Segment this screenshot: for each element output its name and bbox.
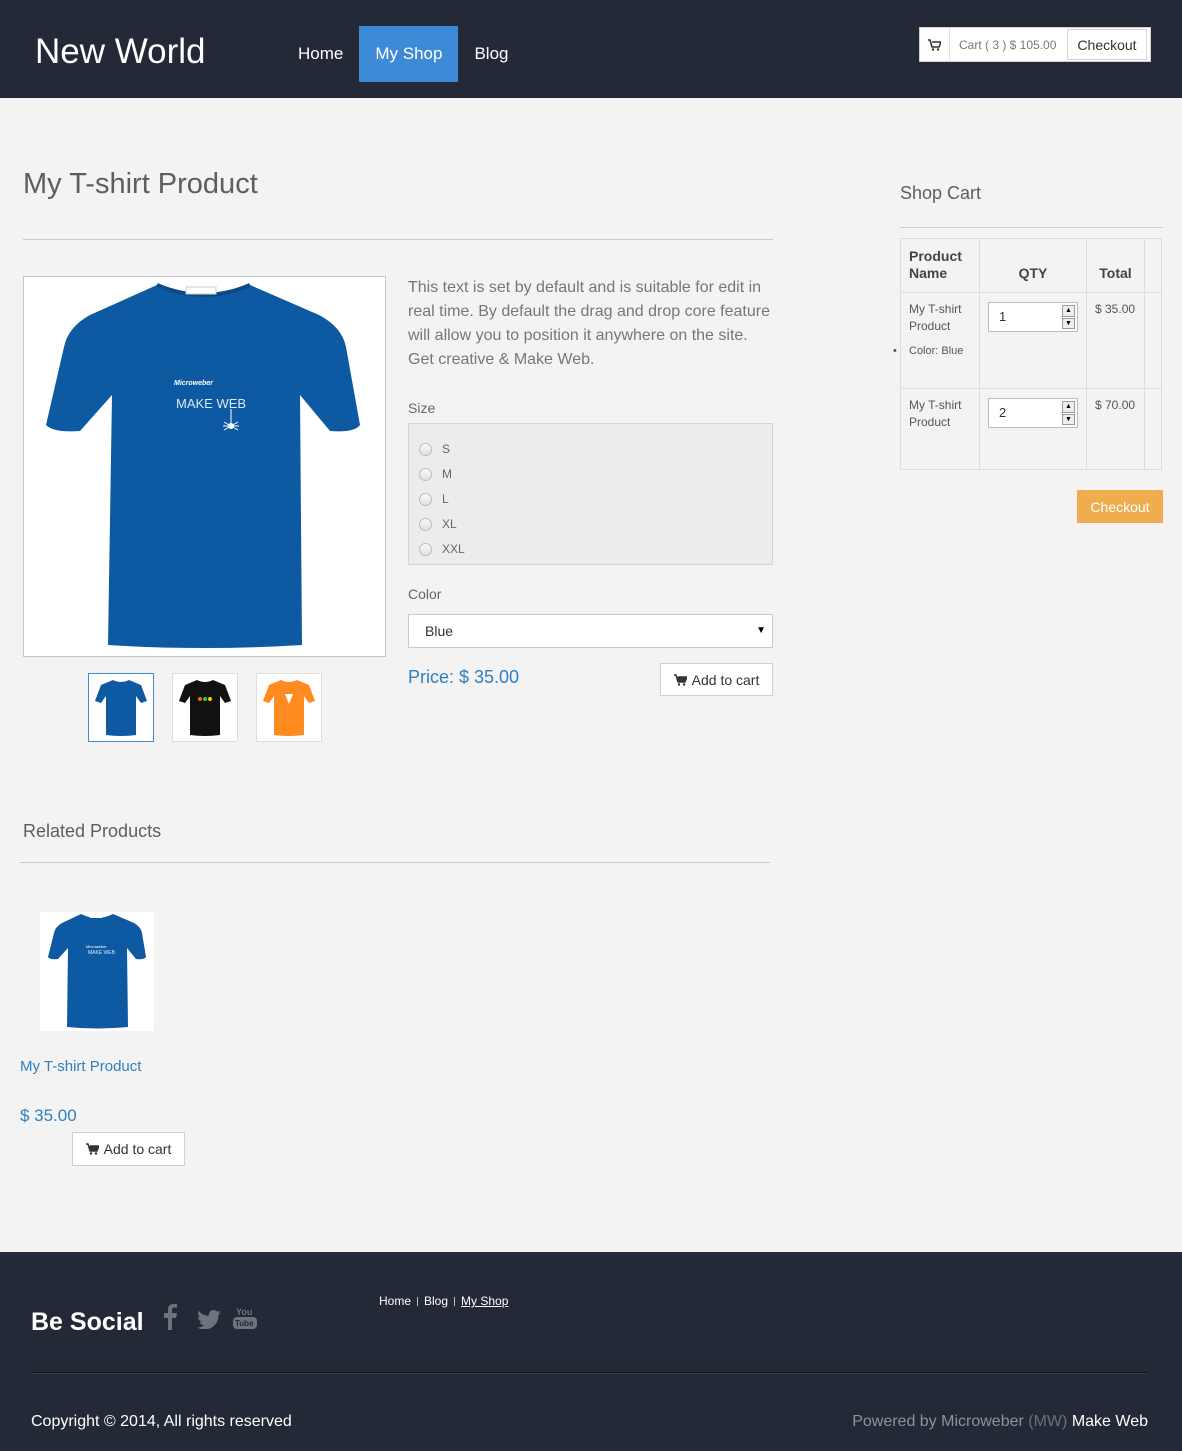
radio-button[interactable] [419,492,432,506]
cart-item-option: • Color: Blue [893,345,964,357]
cart-row: My T-shirt Product • Color: Blue 1 ▲ ▼ $ … [893,293,1161,389]
header-checkout-button[interactable]: Checkout [1067,29,1147,60]
product-title: My T-shirt Product [23,168,258,200]
size-option-xxl[interactable]: XXL [419,542,465,556]
cart-icon [673,673,687,686]
related-products-title: Related Products [23,821,162,841]
product-description: This text is set by default and is suita… [408,279,770,368]
copyright: Copyright © 2014, All rights reserved [31,1413,292,1430]
cart-item-info: My T-shirt Product [901,389,980,469]
qty-stepper[interactable]: ▲ ▼ [1062,401,1075,425]
cart-row: My T-shirt Product 2 ▲ ▼ $ 70.00 [901,389,1161,469]
size-option-s[interactable]: S [419,442,450,456]
cart-item-total: $ 35.00 [1087,293,1145,388]
cart-item-info: My T-shirt Product • Color: Blue [893,293,980,388]
shop-cart-title: Shop Cart [900,183,982,203]
cart-item-qty-cell: 2 ▲ ▼ [980,389,1087,469]
cart-item-qty-cell: 1 ▲ ▼ [980,293,1087,388]
cart-summary[interactable]: Cart ( 3 ) $ 105.00 [950,38,1067,52]
qty-input[interactable]: 2 ▲ ▼ [988,398,1078,428]
radio-button[interactable] [419,517,432,531]
nav-my-shop[interactable]: My Shop [359,26,459,82]
size-options: S M L XL XXL [408,423,773,565]
svg-text:MAKE WEB: MAKE WEB [88,950,116,956]
col-total: Total [1087,239,1145,292]
size-option-xl[interactable]: XL [419,517,457,531]
footer-link-blog[interactable]: Blog [424,1294,448,1308]
radio-button[interactable] [419,467,432,481]
color-select-value: Blue [425,623,454,639]
color-label: Color [408,586,442,602]
product-thumbnail-blue[interactable] [88,673,154,742]
cart-item-total: $ 70.00 [1087,389,1145,469]
divider [23,239,773,240]
cart-item-name[interactable]: My T-shirt Product [909,397,971,431]
product-thumbnail-orange[interactable] [256,673,322,742]
cart-icon [85,1143,99,1155]
size-label: Size [408,400,436,416]
product-price: Price: $ 35.00 [408,667,520,687]
facebook-icon[interactable] [163,1304,177,1335]
dropdown-arrow-icon: ▼ [756,625,766,636]
site-header: New World Home My Shop Blog Cart ( 3 ) $… [0,0,1182,98]
radio-button[interactable] [419,442,432,456]
size-option-l[interactable]: L [419,492,449,506]
svg-text:Microweber: Microweber [86,944,107,949]
decrement-icon[interactable]: ▼ [1062,413,1075,425]
cart-item-name[interactable]: My T-shirt Product [909,301,971,335]
cart-checkout-button[interactable]: Checkout [1077,490,1163,523]
product-thumbnail-black[interactable] [172,673,238,742]
shirt-print-text: MAKE WEB [176,396,246,411]
qty-stepper[interactable]: ▲ ▼ [1062,305,1075,329]
cart-icon[interactable] [920,28,950,61]
footer-links: Home Blog My Shop [379,1294,508,1308]
related-add-to-cart-button[interactable]: Add to cart [72,1132,185,1166]
nav-blog[interactable]: Blog [458,26,524,82]
col-qty: QTY [980,239,1087,292]
cart-table: Product Name QTY Total My T-shirt Produc… [893,238,1162,470]
divider [31,1372,1148,1373]
related-product-name[interactable]: My T-shirt Product [20,1058,141,1075]
powered-by: Powered by Microweber (MW) Make Web [852,1413,1148,1430]
increment-icon[interactable]: ▲ [1062,401,1075,413]
header-cart: Cart ( 3 ) $ 105.00 Checkout [919,27,1151,62]
site-footer: Be Social You Tube Home Blog My Shop Cop… [0,1252,1182,1451]
site-logo[interactable]: New World [35,32,206,72]
col-product-name: Product Name [901,239,980,292]
divider [900,227,1163,228]
decrement-icon[interactable]: ▼ [1062,317,1075,329]
divider [20,862,770,863]
cart-table-header: Product Name QTY Total [901,239,1161,293]
increment-icon[interactable]: ▲ [1062,305,1075,317]
add-to-cart-button[interactable]: Add to cart [660,663,773,696]
footer-link-my-shop[interactable]: My Shop [461,1294,508,1308]
youtube-icon[interactable]: You Tube [232,1305,258,1336]
product-main-image[interactable]: Microweber MAKE WEB [23,276,386,657]
twitter-icon[interactable] [197,1309,221,1334]
nav-home[interactable]: Home [282,26,359,82]
size-option-m[interactable]: M [419,467,452,481]
related-product-price: $ 35.00 [20,1106,77,1125]
svg-text:You: You [236,1307,252,1317]
footer-link-home[interactable]: Home [379,1294,411,1308]
related-product-image[interactable]: Microweber MAKE WEB [40,912,154,1031]
color-select[interactable]: Blue ▼ [408,614,773,648]
qty-input[interactable]: 1 ▲ ▼ [988,302,1078,332]
svg-text:Tube: Tube [235,1319,254,1328]
shirt-print-brand: Microweber [174,380,214,387]
radio-button[interactable] [419,542,432,556]
main-nav: Home My Shop Blog [282,26,524,82]
be-social-title: Be Social [31,1308,144,1336]
